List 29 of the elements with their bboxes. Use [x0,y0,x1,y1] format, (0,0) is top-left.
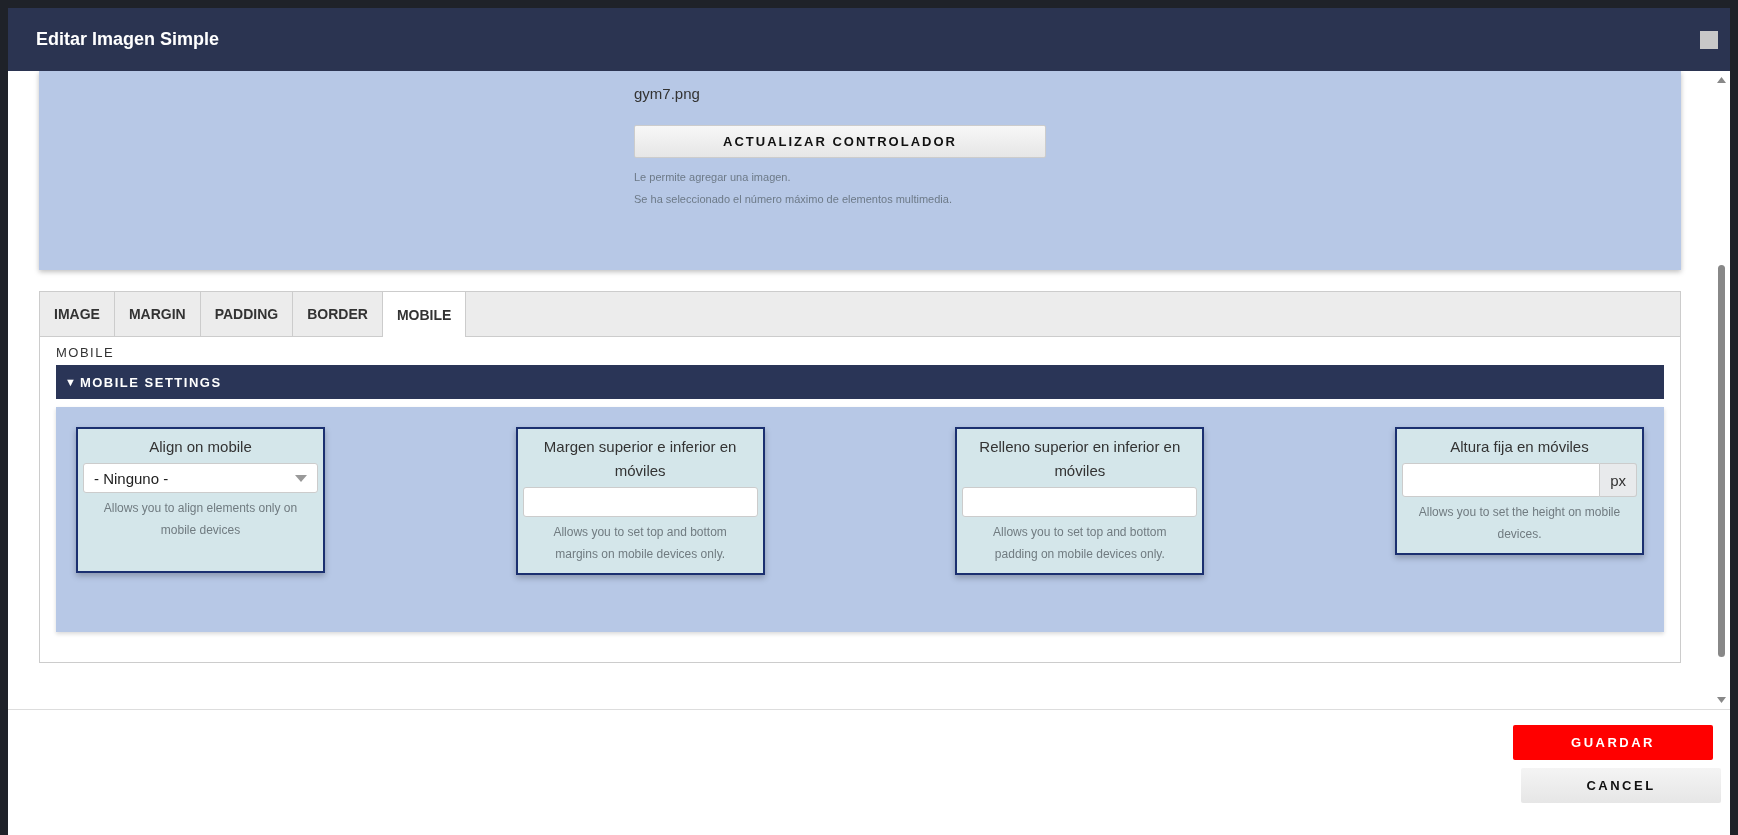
update-button[interactable]: ACTUALIZAR CONTROLADOR [634,125,1046,158]
field-label: Align on mobile [148,437,253,457]
dialog-title: Editar Imagen Simple [36,29,220,50]
field-label: Altura fija en móviles [1449,437,1590,457]
field-label: Relleno superior en inferior en móviles [978,437,1182,481]
help-text: Se ha seleccionado el número máximo de elementos multimedia. [634,192,953,207]
toggle-icon: ▼ [65,376,76,388]
help-text: Allows you to set the height on mobile devices. [1417,504,1622,543]
select-field[interactable]: - Ninguno - [83,463,318,493]
tab[interactable]: MOBILE [382,292,467,337]
panel-title: MOBILE SETTINGS [79,374,222,390]
close-button[interactable] [1700,30,1718,49]
input-field[interactable] [522,487,758,517]
unit-label: px [1600,463,1637,497]
help-text: Allows you to align elements only on mobile devices [102,500,299,539]
section-label: MOBILE [56,344,116,362]
scroll-down-icon[interactable] [1716,697,1726,703]
help-text: Allows you to set top and bottom margins on mobile devices only. [552,524,728,563]
file-name: gym7.png [634,84,701,104]
cancel-button[interactable]: CANCEL [1521,768,1721,803]
field-label: Margen superior e inferior en móviles [542,437,738,481]
help-text: Le permite agregar una imagen. [634,170,792,185]
input-field[interactable] [1401,463,1601,497]
input-field[interactable] [962,487,1198,517]
collapsible-header[interactable]: ▼ MOBILE SETTINGS [56,365,1664,399]
help-text: Allows you to set top and bottom padding on mobile devices only. [992,524,1168,563]
save-button[interactable]: GUARDAR [1513,725,1713,760]
caret-icon [295,474,307,482]
scroll-up-icon[interactable] [1716,77,1726,83]
